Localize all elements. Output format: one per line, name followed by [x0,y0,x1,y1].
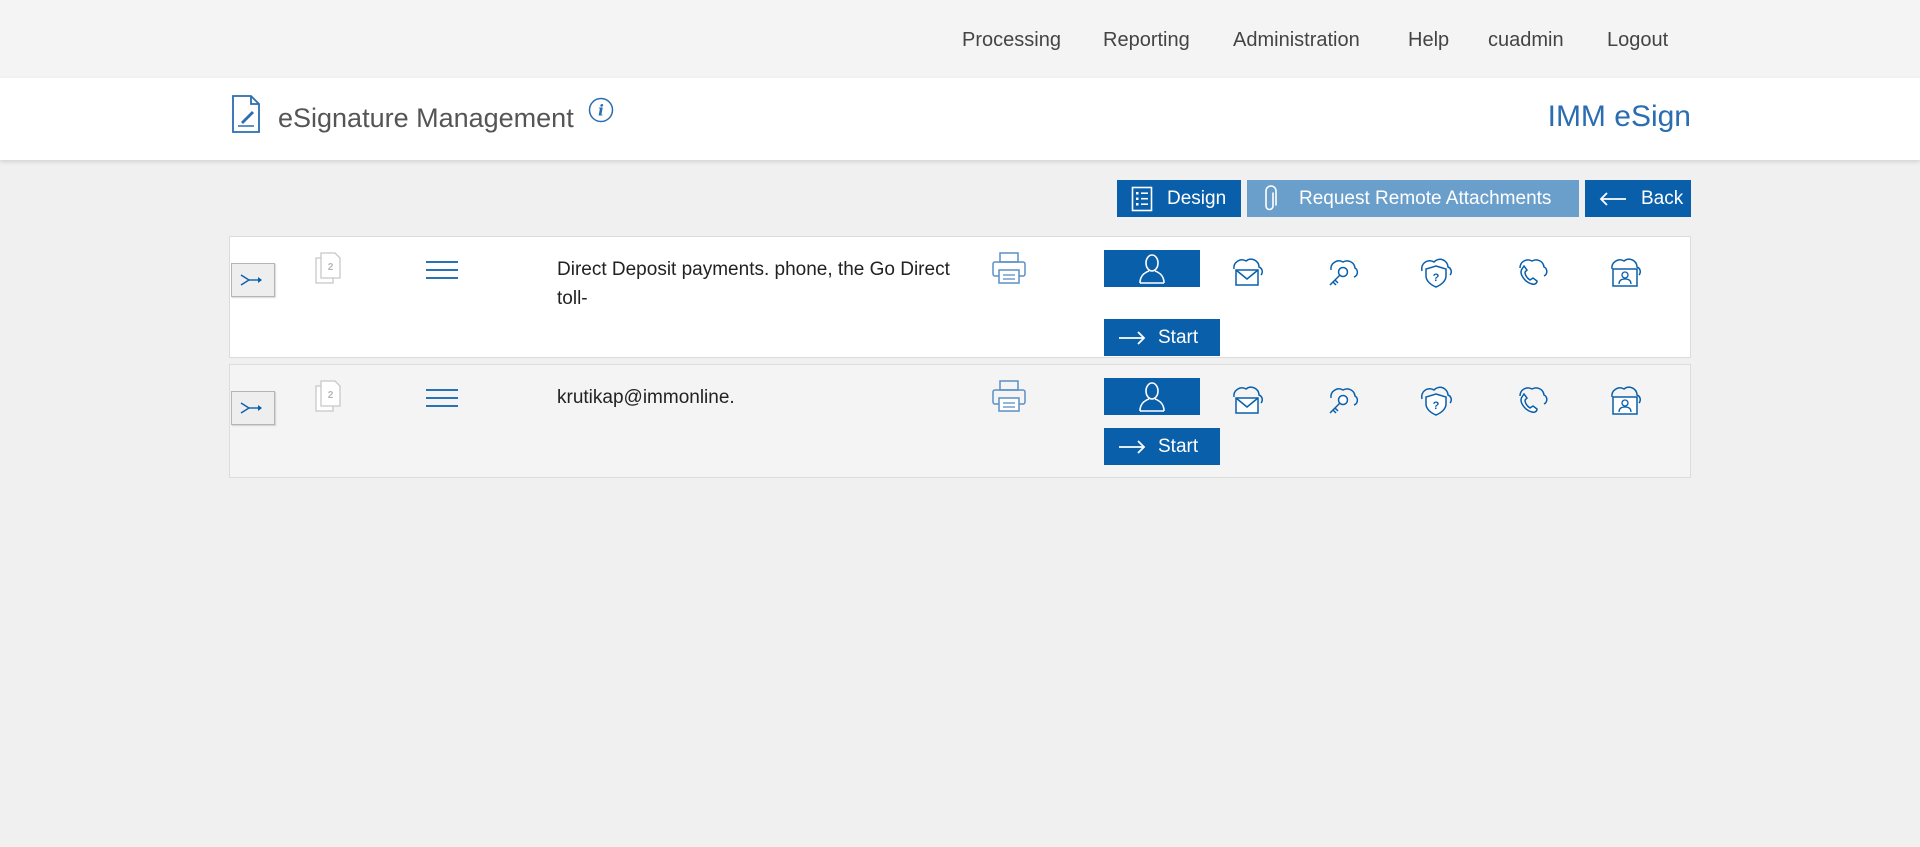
person-icon [1139,381,1165,412]
request-remote-attachments-button[interactable]: Request Remote Attachments [1247,180,1579,217]
arrow-left-icon [1599,191,1626,206]
signer-person-button[interactable] [1104,378,1200,415]
key-icon[interactable] [1323,253,1359,289]
arrow-right-icon [1119,439,1146,454]
paperclip-icon [1265,184,1277,210]
request-remote-attachments-label: Request Remote Attachments [1299,187,1552,209]
cloud-mail-icon[interactable] [1228,381,1264,417]
shield-question-icon[interactable]: ? [1418,253,1454,289]
design-button[interactable]: Design [1117,180,1241,217]
document-pages-icon: 2 [315,252,341,284]
back-button[interactable]: Back [1585,180,1691,217]
person-icon [1139,253,1165,284]
svg-text:?: ? [1433,272,1440,284]
expand-row-button[interactable] [231,391,275,425]
nav-user-cuadmin[interactable]: cuadmin [1488,29,1564,52]
page-title: eSignature Management [278,103,574,133]
design-button-label: Design [1167,187,1227,209]
brand-name: IMM eSign [1547,100,1691,133]
hamburger-menu-icon[interactable] [425,259,459,283]
arrow-route-icon [240,274,262,286]
cloud-mail-icon[interactable] [1228,253,1264,289]
start-button[interactable]: Start [1104,428,1220,465]
title-bar: eSignature Management i IMM eSign [0,78,1920,160]
document-description: krutikap@immonline. [557,387,735,408]
checklist-icon [1131,186,1153,211]
start-button-label: Start [1158,326,1199,348]
phone-icon[interactable] [1512,381,1548,417]
nav-processing[interactable]: Processing [962,29,1061,52]
shield-question-icon[interactable]: ? [1418,381,1454,417]
nav-reporting[interactable]: Reporting [1103,29,1190,52]
top-navigation: Processing Reporting Administration Help… [0,0,1920,78]
nav-help[interactable]: Help [1408,29,1449,52]
nav-administration[interactable]: Administration [1233,29,1360,52]
id-card-icon[interactable] [1606,381,1642,417]
start-button-label: Start [1158,435,1199,457]
printer-icon[interactable] [991,251,1027,285]
document-pages-icon: 2 [315,380,341,412]
document-row: 2 Direct Deposit payments. phone, the Go… [229,236,1691,358]
key-icon[interactable] [1323,381,1359,417]
page-count: 2 [328,262,334,273]
signer-person-button[interactable] [1104,250,1200,287]
page-count: 2 [328,390,334,401]
arrow-route-icon [240,402,262,414]
svg-text:?: ? [1433,400,1440,412]
svg-text:i: i [598,102,604,120]
document-description: Direct Deposit payments. phone, the Go D… [557,259,950,309]
start-button[interactable]: Start [1104,319,1220,356]
printer-icon[interactable] [991,379,1027,413]
expand-row-button[interactable] [231,263,275,297]
document-row: 2 krutikap@immonline. ? Start [229,364,1691,478]
id-card-icon[interactable] [1606,253,1642,289]
nav-logout[interactable]: Logout [1607,29,1668,52]
back-button-label: Back [1641,187,1684,209]
hamburger-menu-icon[interactable] [425,387,459,411]
document-signature-icon [232,95,260,133]
phone-icon[interactable] [1512,253,1548,289]
arrow-right-icon [1119,330,1146,345]
info-icon[interactable]: i [588,97,614,123]
